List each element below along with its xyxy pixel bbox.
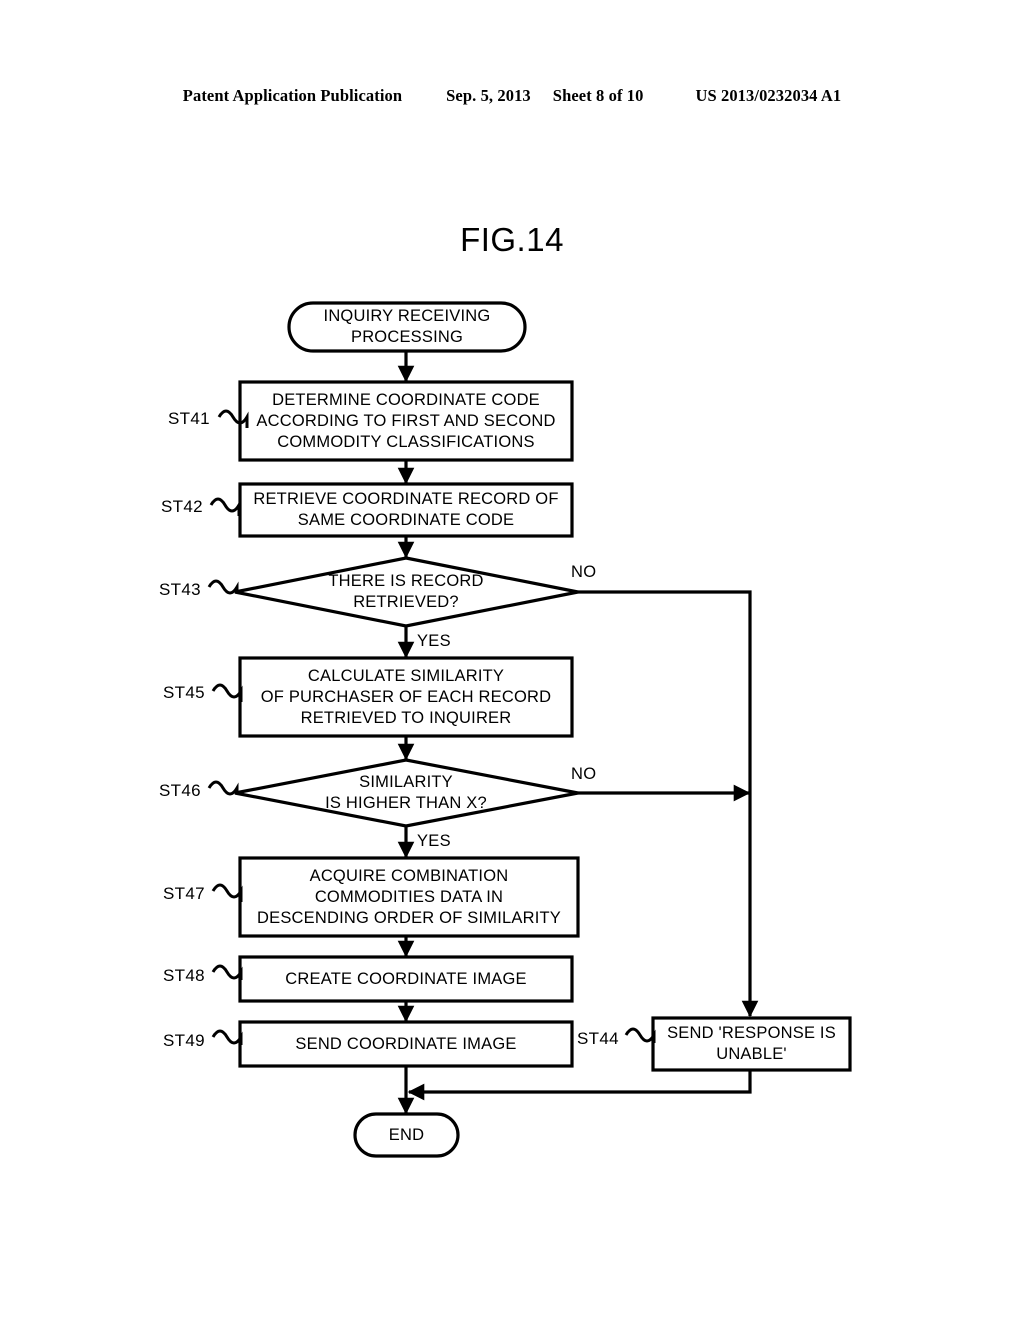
edge-label-st46-yes: YES: [417, 832, 451, 850]
start-terminator-shape: [287, 301, 527, 353]
step-label-st43: ST43: [159, 580, 201, 599]
st42-box-shape: [238, 482, 574, 538]
leader-st47: [211, 883, 243, 902]
leader-st48: [211, 964, 243, 980]
leader-st44: [624, 1027, 656, 1043]
step-label-st44: ST44: [577, 1029, 619, 1048]
leader-st42: [209, 497, 241, 516]
leader-st43: [207, 579, 239, 595]
st45-box-shape: [238, 656, 574, 738]
st41-box-shape: [238, 380, 574, 462]
step-label-st49: ST49: [163, 1031, 205, 1050]
step-label-st45: ST45: [163, 683, 205, 702]
end-terminator-shape: [353, 1112, 460, 1158]
leader-st41: [217, 409, 249, 428]
connector-st43-no-branch: [578, 590, 759, 1018]
st49-box-shape: [238, 1020, 574, 1068]
connector-st44-to-end: [407, 1070, 752, 1101]
st48-box-shape: [238, 955, 574, 1003]
leader-st49: [211, 1029, 243, 1045]
st46-decision-shape: [234, 758, 579, 828]
leader-st45: [211, 683, 243, 702]
flowchart-diagram: INQUIRY RECEIVING PROCESSING DETERMINE C…: [0, 0, 1024, 1320]
edge-label-st43-yes: YES: [417, 632, 451, 650]
step-label-st47: ST47: [163, 884, 205, 903]
edge-label-st46-no: NO: [571, 765, 597, 783]
flowchart-canvas: [207, 301, 852, 1158]
step-label-st41: ST41: [168, 409, 210, 428]
st44-box-shape: [651, 1016, 852, 1072]
st47-box-shape: [238, 856, 580, 938]
step-label-st48: ST48: [163, 966, 205, 985]
leader-st46: [207, 780, 239, 796]
edge-label-st43-no: NO: [571, 563, 597, 581]
step-label-st46: ST46: [159, 781, 201, 800]
step-label-st42: ST42: [161, 497, 203, 516]
st43-decision-shape: [234, 556, 579, 628]
